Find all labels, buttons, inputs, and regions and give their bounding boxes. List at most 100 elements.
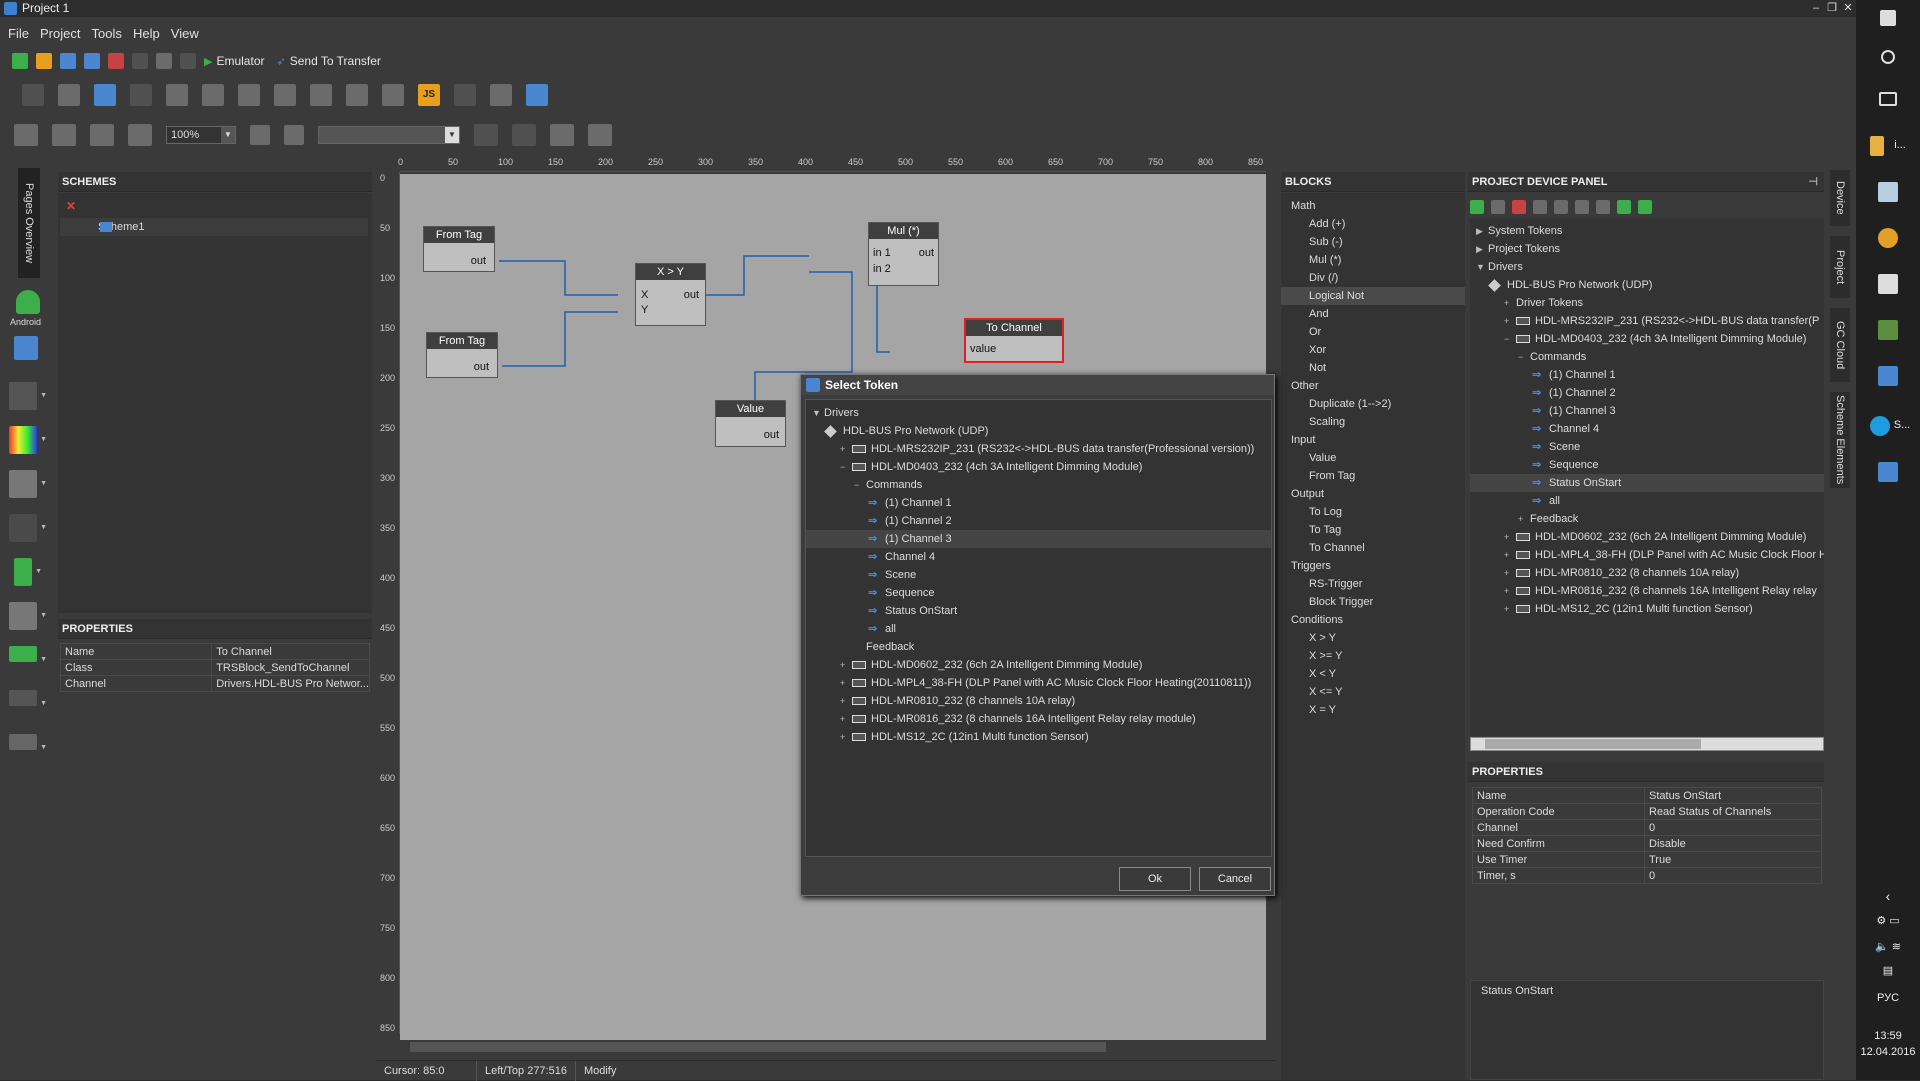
property-value[interactable]: True — [1644, 851, 1822, 868]
block-item[interactable]: Value — [1281, 449, 1465, 467]
block-item[interactable]: X < Y — [1281, 665, 1465, 683]
output-pin[interactable]: out — [764, 429, 779, 441]
tree-node[interactable]: ⇒ (1) Channel 3 — [806, 530, 1271, 548]
expand-icon[interactable]: + — [840, 440, 852, 458]
ungroup-icon[interactable] — [202, 84, 224, 106]
language-indicator[interactable]: РУС — [1856, 992, 1920, 1004]
tree-node[interactable]: + HDL-MRS232IP_231 (RS232<->HDL-BUS data … — [1470, 312, 1824, 330]
tree-node[interactable]: ⇒ (1) Channel 2 — [1470, 384, 1824, 402]
paste-icon[interactable] — [180, 53, 196, 69]
remove-icon[interactable] — [1512, 200, 1526, 214]
text-tool-icon[interactable]: ▼ — [9, 514, 47, 542]
tree-node[interactable]: + HDL-MR0810_232 (8 channels 10A relay) — [806, 692, 1271, 710]
block-category[interactable]: Input — [1281, 431, 1465, 449]
table-icon[interactable] — [526, 84, 548, 106]
search-icon[interactable] — [1881, 50, 1895, 64]
tree-node[interactable]: ⇒ Scene — [1470, 438, 1824, 456]
delete-icon[interactable] — [22, 84, 44, 106]
layers-icon[interactable] — [14, 124, 38, 146]
device-icon[interactable] — [1596, 200, 1610, 214]
tab-project[interactable]: Project — [1830, 236, 1850, 298]
property-value[interactable]: To Channel — [211, 643, 370, 660]
group-icon[interactable] — [166, 84, 188, 106]
tree-node[interactable]: ▶ Project Tokens — [1470, 240, 1824, 258]
output-pin[interactable]: out — [919, 247, 934, 259]
block-item[interactable]: X = Y — [1281, 701, 1465, 719]
block-item[interactable]: Logical Not — [1281, 287, 1465, 305]
scheme-item[interactable]: Scheme1 — [60, 218, 368, 236]
property-row[interactable]: Timer, s0 — [1472, 867, 1822, 884]
tree-node[interactable]: ⇒ Status OnStart — [806, 602, 1271, 620]
menu-file[interactable]: File — [8, 24, 29, 44]
expand-icon[interactable]: + — [1504, 546, 1516, 564]
tree-node[interactable]: + HDL-MS12_2C (12in1 Multi function Senso… — [1470, 600, 1824, 618]
tab-gc-cloud[interactable]: GC Cloud — [1830, 308, 1850, 382]
collapse-icon[interactable]: − — [1504, 330, 1516, 348]
block-category[interactable]: Conditions — [1281, 611, 1465, 629]
property-row[interactable]: Name To Channel — [59, 643, 370, 660]
block-item[interactable]: And — [1281, 305, 1465, 323]
property-value[interactable]: TRSBlock_SendToChannel — [211, 659, 370, 676]
tree-node[interactable]: − Commands — [1470, 348, 1824, 366]
block-item[interactable]: RS-Trigger — [1281, 575, 1465, 593]
tree-node[interactable]: ⇒ (1) Channel 1 — [1470, 366, 1824, 384]
windows-start-icon[interactable] — [1880, 10, 1896, 26]
align-icon[interactable] — [52, 124, 76, 146]
notification-icon[interactable]: ▤ — [1856, 964, 1920, 977]
color-picker-icon[interactable]: ▼ — [9, 426, 47, 454]
tree-node[interactable]: − HDL-MD0403_232 (4ch 3A Intelligent Dimm… — [806, 458, 1271, 476]
property-value[interactable]: Status OnStart — [1644, 787, 1822, 804]
zoom-select[interactable]: 100% ▼ — [166, 126, 236, 144]
tree-node[interactable]: + HDL-MR0816_232 (8 channels 16A Intellig… — [806, 710, 1271, 728]
volume-icon[interactable]: 🔈 ≋ — [1856, 940, 1920, 953]
tree-node[interactable]: HDL-BUS Pro Network (UDP) — [806, 422, 1271, 440]
clock-date[interactable]: 12.04.2016 — [1856, 1046, 1920, 1058]
pages-overview-tab[interactable]: Pages Overview — [18, 168, 40, 278]
block-category[interactable]: Triggers — [1281, 557, 1465, 575]
chrome-icon[interactable] — [1878, 228, 1898, 248]
tree-node[interactable]: ▼ Drivers — [806, 404, 1271, 422]
input-pin-y[interactable]: Y — [641, 304, 648, 316]
previous-page-icon[interactable] — [474, 124, 498, 146]
menu-project[interactable]: Project — [40, 24, 80, 44]
property-row[interactable]: Channel Drivers.HDL-BUS Pro Networ... — [59, 675, 370, 692]
open-folder-icon[interactable] — [36, 53, 52, 69]
tree-node[interactable]: − HDL-MD0403_232 (4ch 3A Intelligent Dimm… — [1470, 330, 1824, 348]
expand-icon[interactable]: + — [1504, 564, 1516, 582]
move-icon[interactable] — [310, 84, 332, 106]
to-channel-block[interactable]: To Channel value — [964, 318, 1064, 363]
property-value[interactable]: Disable — [1644, 835, 1822, 852]
image-icon[interactable] — [274, 84, 296, 106]
expand-icon[interactable]: + — [840, 674, 852, 692]
canvas-horizontal-scrollbar[interactable] — [400, 1040, 1266, 1054]
tree-node[interactable]: ⇒ Sequence — [806, 584, 1271, 602]
page-select[interactable]: ▼ — [318, 126, 460, 144]
minimize-icon[interactable]: – — [1808, 0, 1824, 17]
tree-node[interactable]: − Commands — [806, 476, 1271, 494]
block-item[interactable]: To Tag — [1281, 521, 1465, 539]
close-icon[interactable]: ✕ — [1840, 0, 1856, 17]
move-up-icon[interactable] — [1533, 200, 1547, 214]
tree-node[interactable]: + HDL-MPL4_38-FH (DLP Panel with AC Music… — [806, 674, 1271, 692]
tree-node[interactable]: ⇒ Sequence — [1470, 456, 1824, 474]
zoom-out-icon[interactable] — [284, 125, 304, 145]
compare-block[interactable]: X > Y X Y out — [635, 263, 706, 326]
property-row[interactable]: Channel 0 — [1472, 819, 1822, 836]
close-project-icon[interactable] — [108, 53, 124, 69]
block-item[interactable]: Or — [1281, 323, 1465, 341]
output-pin[interactable]: out — [471, 255, 486, 267]
grid-icon[interactable] — [238, 84, 260, 106]
menu-view[interactable]: View — [171, 24, 199, 44]
tree-node[interactable]: ⇒ (1) Channel 1 — [806, 494, 1271, 512]
toggle-switch-icon[interactable]: ▼ — [9, 646, 47, 663]
input-pin-2[interactable]: in 2 — [873, 263, 891, 275]
menu-tools[interactable]: Tools — [92, 24, 122, 44]
layout-icon[interactable] — [490, 84, 512, 106]
send-to-transfer-button[interactable]: Send To Transfer — [290, 54, 381, 68]
new-project-icon[interactable] — [12, 53, 28, 69]
fit-width-icon[interactable] — [588, 124, 612, 146]
android-icon[interactable] — [16, 290, 40, 314]
tree-node[interactable]: + HDL-MD0602_232 (6ch 2A Intelligent Dimm… — [1470, 528, 1824, 546]
block-item[interactable]: Not — [1281, 359, 1465, 377]
duplicate-icon[interactable] — [1491, 200, 1505, 214]
